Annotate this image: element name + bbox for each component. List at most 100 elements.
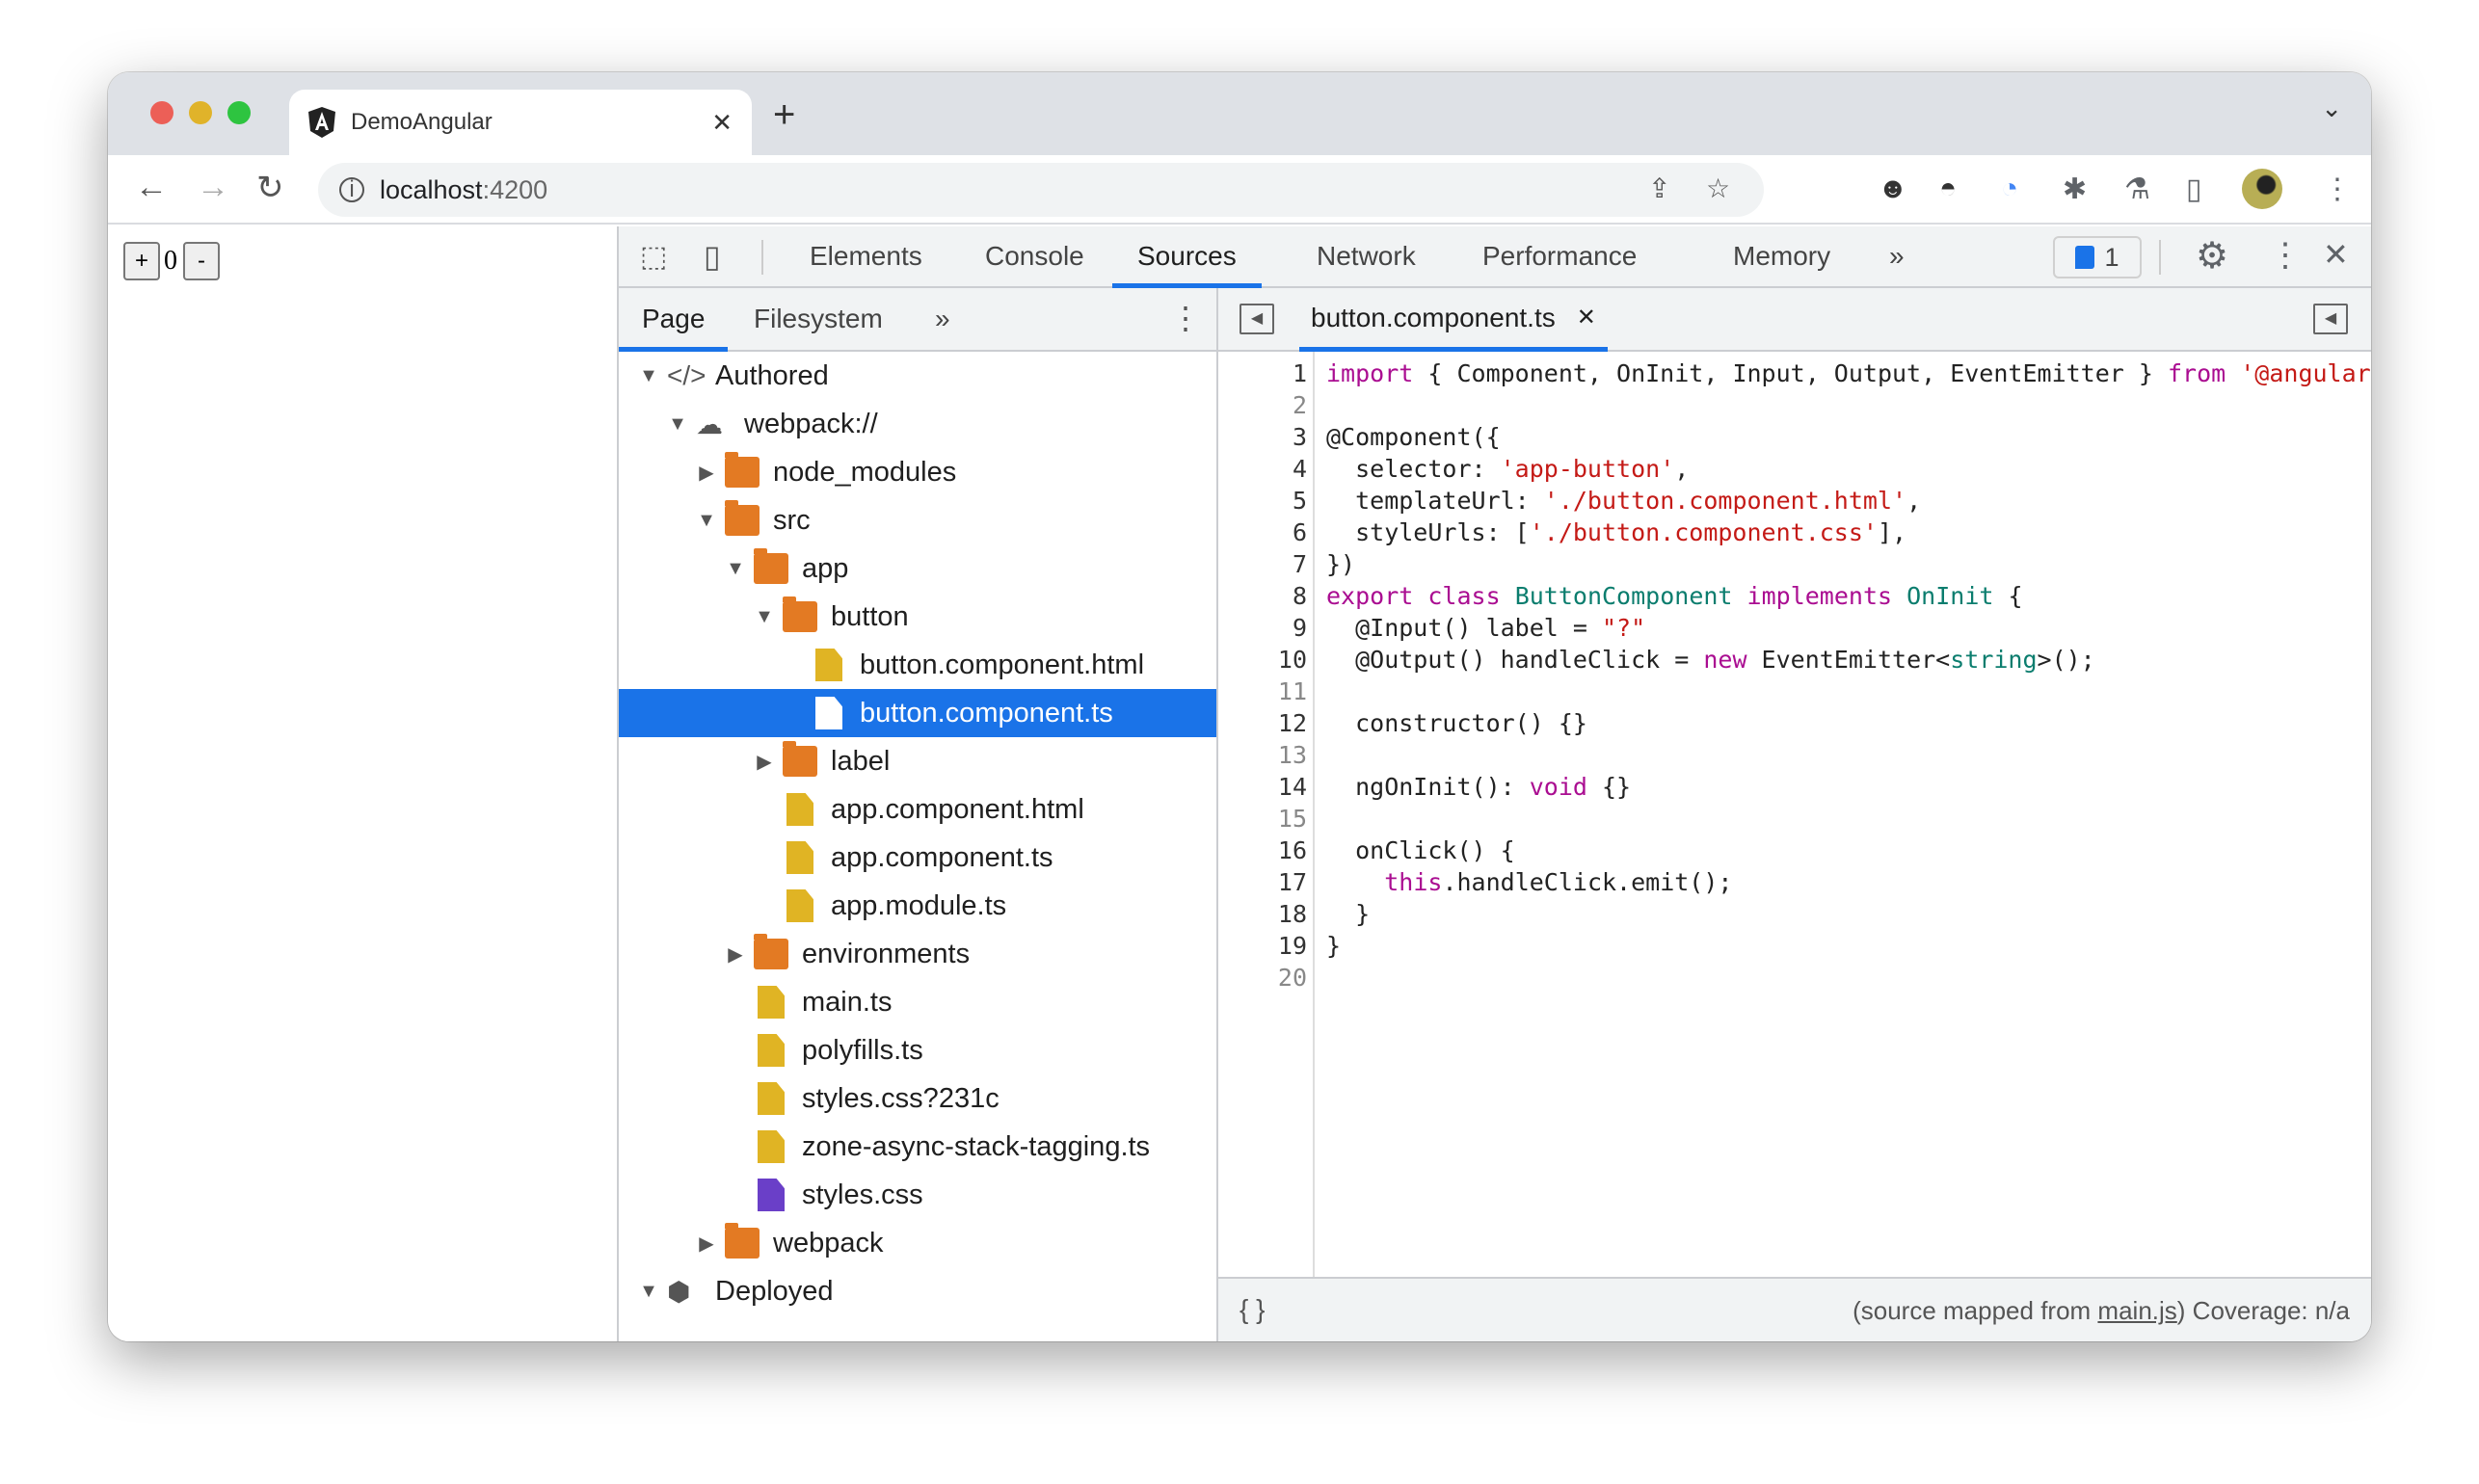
line-number[interactable]: 7 (1218, 548, 1307, 580)
triangle-right-icon[interactable]: ▶ (754, 750, 775, 774)
new-tab-button[interactable]: + (773, 93, 795, 137)
info-icon[interactable]: i (339, 176, 364, 202)
triangle-down-icon[interactable]: ▼ (696, 510, 717, 532)
line-number[interactable]: 5 (1218, 485, 1307, 517)
line-number[interactable]: 11 (1218, 676, 1307, 707)
tree-item[interactable]: button.component.html (619, 641, 1216, 689)
triangle-right-icon[interactable]: ▶ (725, 942, 746, 967)
extension-mask-icon[interactable]: ☻ (1878, 172, 1908, 205)
line-number[interactable]: 9 (1218, 612, 1307, 644)
avatar[interactable] (2242, 169, 2282, 209)
tree-item[interactable]: ▼ ⬢ Deployed (619, 1267, 1216, 1315)
extension-incognito-icon[interactable]: ◓ (1939, 172, 1957, 205)
tree-item[interactable]: app.component.ts (619, 834, 1216, 882)
tree-item[interactable]: ▶ node_modules (619, 448, 1216, 496)
line-number[interactable]: 14 (1218, 771, 1307, 803)
inspect-element-icon[interactable]: ⬚ (640, 240, 667, 274)
code-token: from (2167, 359, 2226, 387)
tree-item[interactable]: ▼ button (619, 593, 1216, 641)
decrement-button[interactable]: - (183, 242, 220, 280)
tree-item[interactable]: styles.css (619, 1171, 1216, 1219)
tab-performance[interactable]: Performance (1482, 226, 1637, 288)
tree-item[interactable]: ▼ app (619, 544, 1216, 593)
triangle-down-icon[interactable]: ▼ (725, 558, 746, 580)
bookmark-star-icon[interactable]: ☆ (1706, 172, 1730, 204)
tree-item[interactable]: button.component.ts (619, 689, 1216, 737)
tree-item[interactable]: app.component.html (619, 785, 1216, 834)
triangle-right-icon[interactable]: ▶ (696, 461, 717, 485)
extensions-puzzle-icon[interactable]: ✱ (2063, 172, 2087, 206)
toggle-debugger-icon[interactable]: ◀ (2313, 304, 2348, 334)
reload-icon[interactable]: ↻ (256, 169, 284, 207)
line-number[interactable]: 17 (1218, 866, 1307, 898)
close-window-button[interactable] (150, 101, 173, 124)
tree-item[interactable]: ▼ </> Authored (619, 352, 1216, 400)
triangle-right-icon[interactable]: ▶ (696, 1232, 717, 1256)
tab-memory[interactable]: Memory (1733, 226, 1830, 288)
triangle-down-icon[interactable]: ▼ (638, 1281, 659, 1303)
device-toolbar-icon[interactable]: ▯ (704, 238, 721, 275)
close-tab-icon[interactable]: ✕ (711, 108, 733, 138)
line-number[interactable]: 19 (1218, 930, 1307, 962)
tree-item[interactable]: ▶ webpack (619, 1219, 1216, 1267)
close-editor-tab-icon[interactable]: ✕ (1577, 304, 1596, 331)
source-map-link[interactable]: main.js (2097, 1296, 2176, 1325)
tab-console[interactable]: Console (985, 226, 1084, 288)
close-devtools-icon[interactable]: ✕ (2323, 236, 2349, 273)
line-number[interactable]: 20 (1218, 962, 1307, 994)
extension-lock-icon[interactable]: ◔ (2001, 172, 2018, 205)
line-number[interactable]: 3 (1218, 421, 1307, 453)
line-number[interactable]: 13 (1218, 739, 1307, 771)
back-icon[interactable]: ← (135, 169, 168, 206)
triangle-down-icon[interactable]: ▼ (754, 606, 775, 628)
line-number[interactable]: 18 (1218, 898, 1307, 930)
tree-item[interactable]: styles.css?231c (619, 1074, 1216, 1123)
side-panel-icon[interactable]: ▯ (2186, 172, 2202, 206)
tab-search-chevron-icon[interactable]: ⌄ (2321, 93, 2342, 123)
devtools-menu-icon[interactable]: ⋮ (2269, 236, 2302, 275)
editor-tab[interactable]: button.component.ts ✕ (1299, 288, 1608, 352)
minimize-window-button[interactable] (189, 101, 212, 124)
tree-item[interactable]: ▼ ☁ webpack:// (619, 400, 1216, 448)
tree-item[interactable]: main.ts (619, 978, 1216, 1026)
tab-filesystem[interactable]: Filesystem (754, 288, 883, 352)
line-number[interactable]: 10 (1218, 644, 1307, 676)
triangle-down-icon[interactable]: ▼ (638, 365, 659, 387)
line-number[interactable]: 6 (1218, 517, 1307, 548)
line-number[interactable]: 4 (1218, 453, 1307, 485)
toggle-navigator-icon[interactable]: ◀ (1240, 304, 1274, 334)
more-navigator-tabs-icon[interactable]: » (935, 288, 950, 352)
line-number[interactable]: 15 (1218, 803, 1307, 835)
tab-page[interactable]: Page (619, 288, 729, 352)
tree-item[interactable]: ▶ label (619, 737, 1216, 785)
maximize-window-button[interactable] (227, 101, 251, 124)
triangle-down-icon[interactable]: ▼ (667, 413, 688, 436)
line-number[interactable]: 16 (1218, 835, 1307, 866)
issues-button[interactable]: 1 (2053, 236, 2142, 278)
tab-elements[interactable]: Elements (810, 226, 922, 288)
tab-network[interactable]: Network (1317, 226, 1416, 288)
tree-item[interactable]: zone-async-stack-tagging.ts (619, 1123, 1216, 1171)
code-editor[interactable]: 1 2 3 4 5 6 7 8 9 10 11 12 13 14 15 16 17 18 19 20 import {… (1218, 352, 2371, 1277)
line-number[interactable]: 1 (1218, 358, 1307, 389)
tree-item[interactable]: polyfills.ts (619, 1026, 1216, 1074)
tree-item[interactable]: app.module.ts (619, 882, 1216, 930)
line-number[interactable]: 2 (1218, 389, 1307, 421)
address-bar[interactable]: i localhost:4200 ⇪ ☆ (318, 163, 1764, 217)
line-number[interactable]: 12 (1218, 707, 1307, 739)
line-number[interactable]: 8 (1218, 580, 1307, 612)
tree-item[interactable]: ▼ src (619, 496, 1216, 544)
pretty-print-button[interactable]: { } (1240, 1294, 1265, 1325)
tab-sources[interactable]: Sources (1112, 226, 1262, 288)
navigator-menu-icon[interactable]: ⋮ (1170, 300, 1201, 336)
increment-button[interactable]: + (123, 242, 160, 280)
browser-menu-icon[interactable]: ⋮ (2323, 172, 2352, 206)
more-tabs-icon[interactable]: » (1889, 226, 1905, 288)
browser-tab[interactable]: DemoAngular ✕ (289, 90, 752, 155)
tree-item[interactable]: ▶ environments (619, 930, 1216, 978)
code-line: }) (1326, 548, 1355, 580)
settings-gear-icon[interactable]: ⚙ (2196, 234, 2228, 278)
forward-icon[interactable]: → (197, 169, 229, 206)
flask-icon[interactable]: ⚗ (2124, 172, 2150, 206)
share-icon[interactable]: ⇪ (1648, 172, 1670, 204)
